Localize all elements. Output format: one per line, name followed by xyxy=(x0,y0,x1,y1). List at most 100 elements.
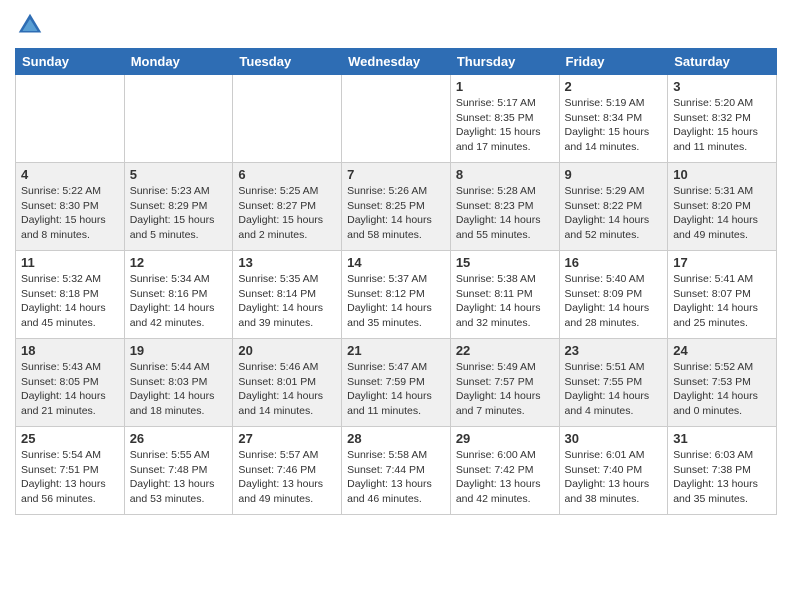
day-number: 17 xyxy=(673,255,771,270)
day-info: Sunrise: 5:46 AMSunset: 8:01 PMDaylight:… xyxy=(238,360,336,419)
cell-week1-day1 xyxy=(124,75,233,163)
week-row-5: 25 Sunrise: 5:54 AMSunset: 7:51 PMDayligh… xyxy=(16,427,777,515)
day-info: Sunrise: 5:44 AMSunset: 8:03 PMDaylight:… xyxy=(130,360,228,419)
header-wednesday: Wednesday xyxy=(342,49,451,75)
day-number: 5 xyxy=(130,167,228,182)
cell-week3-day3: 14Sunrise: 5:37 AMSunset: 8:12 PMDayligh… xyxy=(342,251,451,339)
cell-week3-day6: 17 Sunrise: 5:41 AMSunset: 8:07 PMDayligh… xyxy=(668,251,777,339)
day-number: 22 xyxy=(456,343,554,358)
day-info: Sunrise: 5:51 AMSunset: 7:55 PMDaylight:… xyxy=(565,360,663,419)
cell-week5-day2: 27Sunrise: 5:57 AMSunset: 7:46 PMDayligh… xyxy=(233,427,342,515)
calendar: SundayMondayTuesdayWednesdayThursdayFrid… xyxy=(15,48,777,515)
header xyxy=(15,10,777,40)
day-number: 26 xyxy=(130,431,228,446)
day-number: 28 xyxy=(347,431,445,446)
day-info: Sunrise: 5:17 AMSunset: 8:35 PMDaylight:… xyxy=(456,96,554,155)
week-row-1: 1 Sunrise: 5:17 AMSunset: 8:35 PMDaylight… xyxy=(16,75,777,163)
cell-week2-day4: 8 Sunrise: 5:28 AMSunset: 8:23 PMDaylight… xyxy=(450,163,559,251)
cell-week5-day4: 29 Sunrise: 6:00 AMSunset: 7:42 PMDayligh… xyxy=(450,427,559,515)
day-number: 3 xyxy=(673,79,771,94)
cell-week2-day3: 7Sunrise: 5:26 AMSunset: 8:25 PMDaylight… xyxy=(342,163,451,251)
header-sunday: Sunday xyxy=(16,49,125,75)
day-number: 13 xyxy=(238,255,336,270)
day-number: 15 xyxy=(456,255,554,270)
cell-week5-day3: 28 Sunrise: 5:58 AMSunset: 7:44 PMDayligh… xyxy=(342,427,451,515)
cell-week4-day6: 24Sunrise: 5:52 AMSunset: 7:53 PMDayligh… xyxy=(668,339,777,427)
day-info: Sunrise: 5:47 AMSunset: 7:59 PMDaylight:… xyxy=(347,360,445,419)
day-number: 11 xyxy=(21,255,119,270)
day-number: 19 xyxy=(130,343,228,358)
cell-week1-day0 xyxy=(16,75,125,163)
week-row-4: 18 Sunrise: 5:43 AMSunset: 8:05 PMDayligh… xyxy=(16,339,777,427)
day-info: Sunrise: 6:01 AMSunset: 7:40 PMDaylight:… xyxy=(565,448,663,507)
day-info: Sunrise: 5:58 AMSunset: 7:44 PMDaylight:… xyxy=(347,448,445,507)
cell-week2-day5: 9 Sunrise: 5:29 AMSunset: 8:22 PMDaylight… xyxy=(559,163,668,251)
cell-week4-day3: 21 Sunrise: 5:47 AMSunset: 7:59 PMDayligh… xyxy=(342,339,451,427)
day-number: 29 xyxy=(456,431,554,446)
day-number: 1 xyxy=(456,79,554,94)
logo xyxy=(15,10,49,40)
cell-week4-day0: 18 Sunrise: 5:43 AMSunset: 8:05 PMDayligh… xyxy=(16,339,125,427)
header-monday: Monday xyxy=(124,49,233,75)
cell-week2-day6: 10 Sunrise: 5:31 AMSunset: 8:20 PMDayligh… xyxy=(668,163,777,251)
day-number: 16 xyxy=(565,255,663,270)
week-row-3: 11 Sunrise: 5:32 AMSunset: 8:18 PMDayligh… xyxy=(16,251,777,339)
cell-week1-day3 xyxy=(342,75,451,163)
cell-week5-day1: 26 Sunrise: 5:55 AMSunset: 7:48 PMDayligh… xyxy=(124,427,233,515)
cell-week4-day5: 23 Sunrise: 5:51 AMSunset: 7:55 PMDayligh… xyxy=(559,339,668,427)
cell-week1-day4: 1 Sunrise: 5:17 AMSunset: 8:35 PMDaylight… xyxy=(450,75,559,163)
cell-week5-day5: 30 Sunrise: 6:01 AMSunset: 7:40 PMDayligh… xyxy=(559,427,668,515)
day-number: 2 xyxy=(565,79,663,94)
day-number: 24 xyxy=(673,343,771,358)
day-info: Sunrise: 5:29 AMSunset: 8:22 PMDaylight:… xyxy=(565,184,663,243)
cell-week4-day4: 22Sunrise: 5:49 AMSunset: 7:57 PMDayligh… xyxy=(450,339,559,427)
cell-week5-day6: 31 Sunrise: 6:03 AMSunset: 7:38 PMDayligh… xyxy=(668,427,777,515)
day-info: Sunrise: 5:40 AMSunset: 8:09 PMDaylight:… xyxy=(565,272,663,331)
day-info: Sunrise: 5:41 AMSunset: 8:07 PMDaylight:… xyxy=(673,272,771,331)
day-info: Sunrise: 5:28 AMSunset: 8:23 PMDaylight:… xyxy=(456,184,554,243)
day-number: 23 xyxy=(565,343,663,358)
day-info: Sunrise: 5:32 AMSunset: 8:18 PMDaylight:… xyxy=(21,272,119,331)
day-info: Sunrise: 5:43 AMSunset: 8:05 PMDaylight:… xyxy=(21,360,119,419)
header-thursday: Thursday xyxy=(450,49,559,75)
day-info: Sunrise: 5:19 AMSunset: 8:34 PMDaylight:… xyxy=(565,96,663,155)
day-info: Sunrise: 5:57 AMSunset: 7:46 PMDaylight:… xyxy=(238,448,336,507)
weekday-header-row: SundayMondayTuesdayWednesdayThursdayFrid… xyxy=(16,49,777,75)
day-number: 30 xyxy=(565,431,663,446)
header-saturday: Saturday xyxy=(668,49,777,75)
cell-week1-day5: 2 Sunrise: 5:19 AMSunset: 8:34 PMDaylight… xyxy=(559,75,668,163)
day-info: Sunrise: 6:03 AMSunset: 7:38 PMDaylight:… xyxy=(673,448,771,507)
cell-week3-day2: 13 Sunrise: 5:35 AMSunset: 8:14 PMDayligh… xyxy=(233,251,342,339)
day-info: Sunrise: 5:54 AMSunset: 7:51 PMDaylight:… xyxy=(21,448,119,507)
cell-week1-day6: 3 Sunrise: 5:20 AMSunset: 8:32 PMDaylight… xyxy=(668,75,777,163)
page: SundayMondayTuesdayWednesdayThursdayFrid… xyxy=(0,0,792,530)
day-info: Sunrise: 6:00 AMSunset: 7:42 PMDaylight:… xyxy=(456,448,554,507)
day-number: 9 xyxy=(565,167,663,182)
day-info: Sunrise: 5:31 AMSunset: 8:20 PMDaylight:… xyxy=(673,184,771,243)
day-info: Sunrise: 5:23 AMSunset: 8:29 PMDaylight:… xyxy=(130,184,228,243)
cell-week3-day4: 15 Sunrise: 5:38 AMSunset: 8:11 PMDayligh… xyxy=(450,251,559,339)
day-number: 25 xyxy=(21,431,119,446)
cell-week3-day0: 11 Sunrise: 5:32 AMSunset: 8:18 PMDayligh… xyxy=(16,251,125,339)
day-info: Sunrise: 5:22 AMSunset: 8:30 PMDaylight:… xyxy=(21,184,119,243)
header-friday: Friday xyxy=(559,49,668,75)
day-number: 4 xyxy=(21,167,119,182)
day-number: 21 xyxy=(347,343,445,358)
day-info: Sunrise: 5:25 AMSunset: 8:27 PMDaylight:… xyxy=(238,184,336,243)
day-number: 18 xyxy=(21,343,119,358)
day-info: Sunrise: 5:38 AMSunset: 8:11 PMDaylight:… xyxy=(456,272,554,331)
cell-week4-day1: 19 Sunrise: 5:44 AMSunset: 8:03 PMDayligh… xyxy=(124,339,233,427)
day-info: Sunrise: 5:34 AMSunset: 8:16 PMDaylight:… xyxy=(130,272,228,331)
day-number: 20 xyxy=(238,343,336,358)
day-info: Sunrise: 5:55 AMSunset: 7:48 PMDaylight:… xyxy=(130,448,228,507)
day-number: 6 xyxy=(238,167,336,182)
cell-week1-day2 xyxy=(233,75,342,163)
cell-week2-day0: 4 Sunrise: 5:22 AMSunset: 8:30 PMDaylight… xyxy=(16,163,125,251)
day-number: 10 xyxy=(673,167,771,182)
day-number: 14 xyxy=(347,255,445,270)
day-info: Sunrise: 5:20 AMSunset: 8:32 PMDaylight:… xyxy=(673,96,771,155)
cell-week3-day1: 12Sunrise: 5:34 AMSunset: 8:16 PMDayligh… xyxy=(124,251,233,339)
day-number: 31 xyxy=(673,431,771,446)
day-number: 8 xyxy=(456,167,554,182)
day-info: Sunrise: 5:35 AMSunset: 8:14 PMDaylight:… xyxy=(238,272,336,331)
